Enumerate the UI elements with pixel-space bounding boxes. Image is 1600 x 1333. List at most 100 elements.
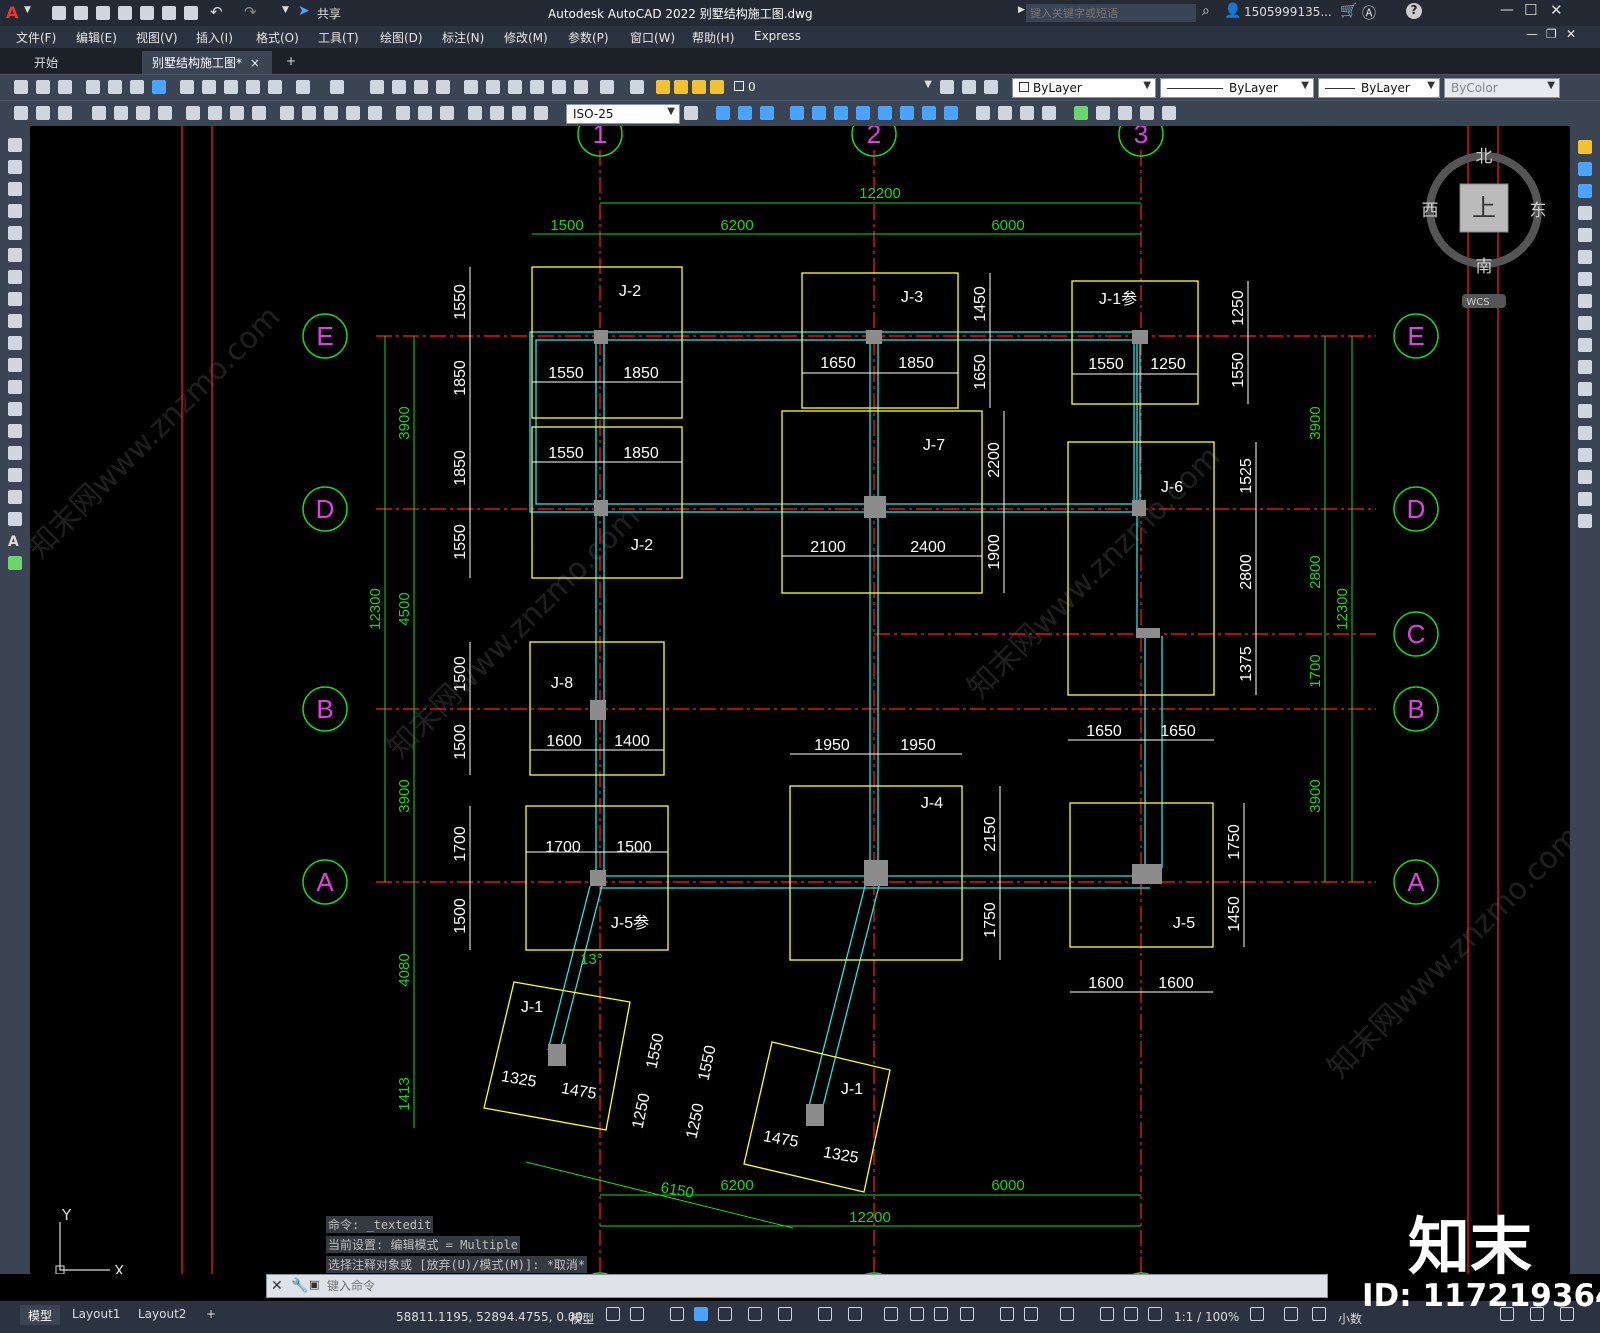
qnew-icon[interactable] [14, 80, 28, 94]
command-customize-icon[interactable]: 🔧 [291, 1278, 308, 1294]
web-open-icon[interactable] [140, 6, 154, 20]
plotstyle-dropdown[interactable]: ByColor ▼ [1444, 78, 1560, 98]
units-value[interactable]: 小数 [1338, 1310, 1362, 1327]
user-icon[interactable]: 👤 [1224, 3, 1241, 19]
subtract-icon[interactable] [922, 106, 936, 120]
center-mark-icon[interactable] [396, 106, 410, 120]
stretch-icon[interactable] [1578, 316, 1592, 330]
drawing-canvas[interactable]: .ax{stroke:#ff2020;stroke-width:1.2;stro… [30, 126, 1570, 1274]
tool-palettes-icon[interactable] [508, 80, 522, 94]
ucs-world-icon[interactable] [1096, 106, 1110, 120]
saveas-icon[interactable] [118, 6, 132, 20]
publish-icon[interactable] [130, 80, 144, 94]
new-icon[interactable] [52, 6, 66, 20]
dimstyle-manager-icon[interactable] [684, 106, 698, 120]
tab-layout2[interactable]: Layout2 [130, 1305, 194, 1325]
cut-icon[interactable] [180, 80, 194, 94]
revolve-icon[interactable] [812, 106, 826, 120]
lineweight-dropdown[interactable]: ByLayer ▼ [1318, 78, 1440, 98]
box-icon[interactable] [716, 106, 730, 120]
viewcube-north[interactable]: 北 [1476, 147, 1493, 167]
menu-edit[interactable]: 编辑(E) [76, 29, 117, 46]
annotation-monitor-icon[interactable] [1284, 1307, 1298, 1321]
paste-icon[interactable] [224, 80, 238, 94]
viewcube-west[interactable]: 西 [1422, 201, 1439, 221]
command-line[interactable]: ✕ 🔧 ▣ [266, 1274, 1328, 1298]
undo-icon[interactable]: ↶ [210, 3, 223, 21]
arc-icon[interactable] [8, 248, 22, 262]
scale-icon[interactable] [1578, 294, 1592, 308]
dim-arc-icon[interactable] [114, 106, 128, 120]
ellipse-icon[interactable] [8, 336, 22, 350]
transparency-icon[interactable] [910, 1307, 924, 1321]
menu-format[interactable]: 格式(O) [256, 29, 299, 46]
mtext-icon[interactable]: A [8, 534, 22, 550]
ellipse-arc-icon[interactable] [8, 358, 22, 372]
table-icon[interactable] [8, 512, 22, 526]
tab-model[interactable]: 模型 [20, 1305, 61, 1325]
plot-icon[interactable] [184, 6, 198, 20]
viewcube-east[interactable]: 东 [1530, 201, 1547, 221]
erase-icon[interactable] [1578, 140, 1592, 154]
save-icon[interactable] [96, 6, 110, 20]
annotation-scale-icon[interactable] [1148, 1307, 1162, 1321]
new-tab-button[interactable]: + [276, 51, 306, 74]
trim-icon[interactable] [1578, 338, 1592, 352]
insert-block-icon[interactable] [8, 380, 22, 394]
menu-modify[interactable]: 修改(M) [504, 29, 548, 46]
blend-icon[interactable] [1578, 492, 1592, 506]
revcloud-icon[interactable] [8, 292, 22, 306]
ucs-icon[interactable] [1074, 106, 1088, 120]
zoom-previous-icon[interactable] [436, 80, 450, 94]
units-icon[interactable] [1312, 1307, 1326, 1321]
add-layout-button[interactable]: + [198, 1305, 224, 1325]
menu-file[interactable]: 文件(F) [16, 29, 56, 46]
zoom-window-icon[interactable] [414, 80, 428, 94]
dim-break-icon[interactable] [346, 106, 360, 120]
command-close-icon[interactable]: ✕ [271, 1278, 283, 1294]
rotate-icon[interactable] [1578, 272, 1592, 286]
loft-icon[interactable] [856, 106, 870, 120]
copy-icon[interactable] [202, 80, 216, 94]
ortho-icon[interactable] [718, 1307, 732, 1321]
selection-cycling-icon[interactable] [934, 1307, 948, 1321]
extrude-icon[interactable] [790, 106, 804, 120]
add-selected-icon[interactable] [8, 556, 22, 570]
matchprop-icon[interactable] [246, 80, 260, 94]
menu-dimension[interactable]: 标注(N) [442, 29, 484, 46]
hatch-icon[interactable] [8, 446, 22, 460]
menu-window[interactable]: 窗口(W) [630, 29, 675, 46]
help-icon[interactable]: ? [1406, 3, 1422, 19]
help-icon[interactable] [600, 80, 614, 94]
circle-icon[interactable] [8, 270, 22, 284]
move-icon[interactable] [1578, 250, 1592, 264]
close-icon[interactable]: ✕ [1550, 1, 1563, 19]
dim-aligned-icon[interactable] [92, 106, 106, 120]
dim-linear-icon[interactable] [58, 106, 72, 120]
dim-edit-icon[interactable] [468, 106, 482, 120]
command-input[interactable] [327, 1277, 1307, 1295]
workspace-gear-icon[interactable] [1250, 1307, 1264, 1321]
layer-previous-icon[interactable] [962, 80, 976, 94]
construction-line-icon[interactable] [8, 160, 22, 174]
make-block-icon[interactable] [8, 402, 22, 416]
rectangle-icon[interactable] [8, 226, 22, 240]
polyline-icon[interactable] [8, 182, 22, 196]
dim-ordinate-icon[interactable] [136, 106, 150, 120]
dynamic-input-icon[interactable] [694, 1307, 708, 1321]
sheet-set-icon[interactable] [530, 80, 544, 94]
wedge-icon[interactable] [738, 106, 752, 120]
plot-icon[interactable] [86, 80, 100, 94]
sweep-icon[interactable] [834, 106, 848, 120]
layer-state-icon[interactable] [984, 80, 998, 94]
intersect-icon[interactable] [944, 106, 958, 120]
share-icon[interactable]: ➤ [298, 3, 310, 19]
lineweight-icon[interactable] [884, 1307, 898, 1321]
markup-icon[interactable] [552, 80, 566, 94]
dim-angular-icon[interactable] [230, 106, 244, 120]
doc-close-icon[interactable]: ✕ [1566, 27, 1576, 41]
quick-dimension-icon[interactable] [252, 106, 266, 120]
auto-scale-icon[interactable] [1124, 1307, 1138, 1321]
polygon-icon[interactable] [8, 204, 22, 218]
dim-jogged-icon[interactable] [186, 106, 200, 120]
